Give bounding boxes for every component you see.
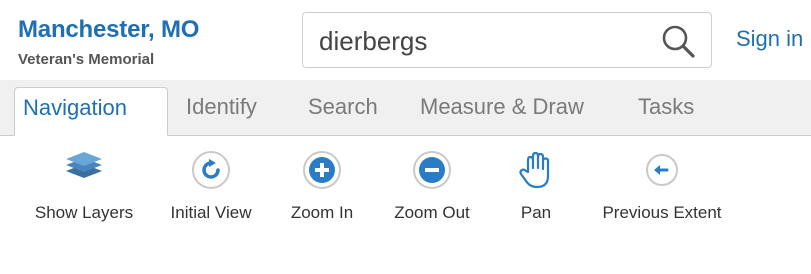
back-arrow-icon (596, 150, 728, 195)
sign-in-link[interactable]: Sign in (736, 26, 803, 52)
pan-button[interactable]: Pan (500, 150, 572, 223)
show-layers-button[interactable]: Show Layers (28, 150, 140, 223)
app-title[interactable]: Manchester, MO (18, 16, 199, 44)
search-box[interactable] (302, 12, 712, 68)
hand-icon (500, 150, 572, 195)
tab-bar: Navigation Identify Search Measure & Dra… (0, 80, 811, 136)
search-input[interactable] (317, 21, 651, 61)
layers-icon (28, 150, 140, 195)
plus-circle-icon (280, 150, 364, 195)
tab-measure-draw[interactable]: Measure & Draw (412, 87, 592, 136)
initial-view-button[interactable]: Initial View (160, 150, 262, 223)
tab-tasks[interactable]: Tasks (630, 87, 702, 136)
previous-extent-button[interactable]: Previous Extent (596, 150, 728, 223)
refresh-icon (160, 150, 262, 195)
previous-extent-label: Previous Extent (602, 203, 722, 222)
zoom-out-label: Zoom Out (394, 203, 470, 222)
pan-label: Pan (520, 203, 552, 222)
app-subtitle: Veteran's Memorial (18, 51, 155, 68)
app-header: Manchester, MO Veteran's Memorial Sign i… (0, 0, 811, 80)
show-layers-label: Show Layers (34, 203, 134, 222)
tab-search[interactable]: Search (300, 87, 386, 136)
search-icon[interactable] (659, 23, 699, 59)
zoom-in-label: Zoom In (290, 203, 354, 222)
tab-identify[interactable]: Identify (178, 87, 265, 136)
zoom-out-button[interactable]: Zoom Out (382, 150, 482, 223)
tab-navigation[interactable]: Navigation (14, 87, 168, 136)
navigation-toolbar: Show Layers Initial View Zoom In Zoom Ou… (0, 136, 811, 274)
minus-circle-icon (382, 150, 482, 195)
initial-view-label: Initial View (170, 203, 252, 222)
zoom-in-button[interactable]: Zoom In (280, 150, 364, 223)
